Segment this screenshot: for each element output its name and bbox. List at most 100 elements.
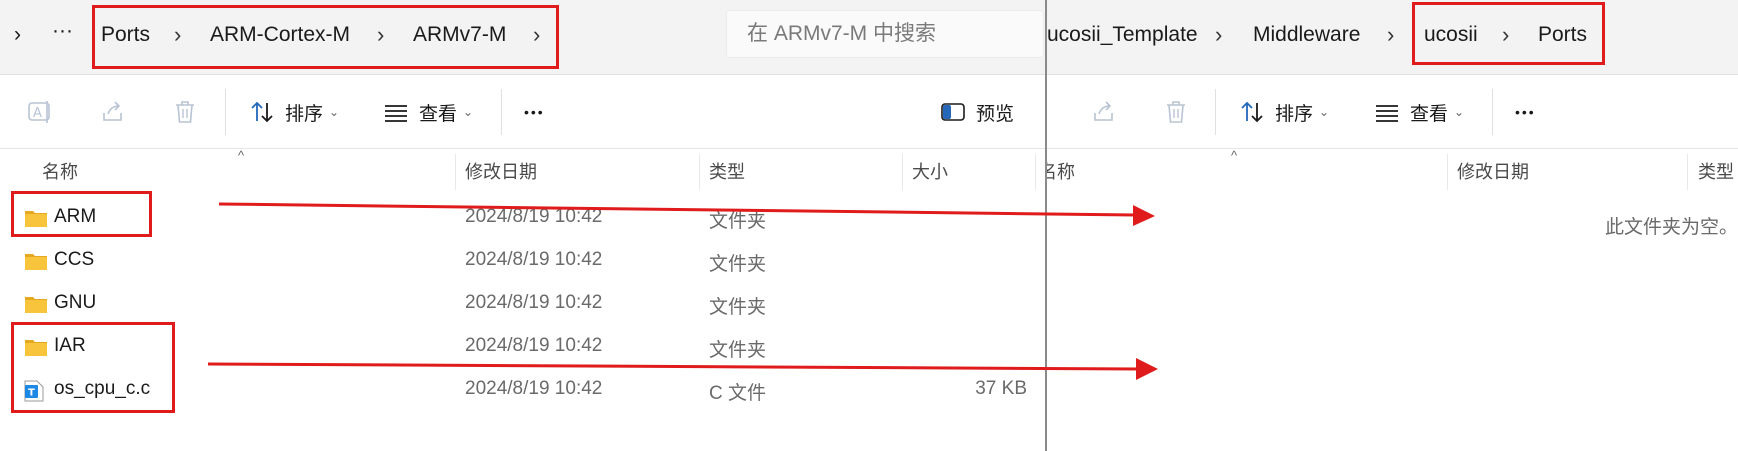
command-bar: A 排序 ⌄ 查看 ⌄ ••• 预览 [0,75,1045,149]
sort-ascending-icon: ^ [1231,148,1238,163]
column-header-row: ^ 名称 修改日期 类型 [1047,148,1738,190]
view-label: 查看 [419,103,458,125]
breadcrumb-separator[interactable]: › [1502,20,1509,50]
trash-icon [1167,101,1185,123]
file-name: IAR [54,335,86,356]
file-row-arm[interactable]: ARM 2024/8/19 10:42 文件夹 [0,198,1045,238]
breadcrumb-item-armv7-m[interactable]: ARMv7-M [413,20,506,50]
column-header-type[interactable]: 类型 [1698,158,1734,184]
breadcrumb-item-middleware[interactable]: Middleware [1253,20,1360,50]
toolbar-divider [1215,89,1216,135]
breadcrumb-item-ports[interactable]: Ports [1538,20,1587,50]
view-list-icon [1376,105,1398,122]
rename-button[interactable]: A [27,97,53,127]
more-icon: ••• [1515,104,1536,120]
column-header-size[interactable]: 大小 [912,158,948,184]
preview-pane-icon [941,103,965,121]
sort-button[interactable]: 排序 ⌄ [249,97,339,127]
more-options-button[interactable]: ••• [524,97,545,127]
file-name: CCS [54,249,95,270]
chevron-down-icon: ⌄ [1319,105,1330,119]
breadcrumb-separator[interactable]: › [377,20,384,50]
column-divider[interactable] [1687,154,1688,190]
address-bar: ucosii_Template › Middleware › ucosii › … [1047,0,1738,75]
file-date: 2024/8/19 10:42 [465,249,603,270]
file-row-ccs[interactable]: CCS 2024/8/19 10:42 文件夹 [0,241,1045,281]
column-header-name[interactable]: 名称 [42,158,78,184]
trash-icon [176,101,194,123]
left-explorer-window: › ··· Ports › ARM-Cortex-M › ARMv7-M › A… [0,0,1045,451]
view-button[interactable]: 查看 ⌄ [383,97,473,127]
column-divider[interactable] [699,154,700,190]
file-row-iar[interactable]: IAR 2024/8/19 10:42 文件夹 [0,327,1045,367]
folder-icon [25,254,47,270]
file-date: 2024/8/19 10:42 [465,335,603,356]
file-row-gnu[interactable]: GNU 2024/8/19 10:42 文件夹 [0,284,1045,324]
share-button[interactable] [100,97,126,127]
file-type: 文件夹 [709,211,767,232]
file-name: GNU [54,292,97,313]
expand-breadcrumb-chevron[interactable]: › [14,20,21,50]
file-date: 2024/8/19 10:42 [465,292,603,313]
column-header-type[interactable]: 类型 [709,158,745,184]
sort-icon [251,101,273,123]
more-options-button[interactable]: ••• [1515,97,1536,127]
share-icon [1094,101,1113,121]
folder-icon [25,211,47,227]
preview-pane-button[interactable]: 预览 [940,97,1014,127]
svg-text:T: T [28,388,35,399]
file-type: 文件夹 [709,297,767,318]
column-header-name[interactable]: 名称 [1047,158,1075,184]
search-input[interactable] [727,11,1043,57]
column-divider[interactable] [902,154,903,190]
toolbar-divider [225,89,226,135]
command-bar: 排序 ⌄ 查看 ⌄ ••• [1047,75,1738,149]
preview-label: 预览 [976,103,1015,125]
breadcrumb-separator[interactable]: › [1215,20,1222,50]
file-name: ARM [54,206,97,227]
breadcrumb-separator[interactable]: › [533,20,540,50]
file-date: 2024/8/19 10:42 [465,206,603,227]
file-name: os_cpu_c.c [54,378,151,399]
file-type: 文件夹 [709,254,767,275]
view-list-icon [385,105,407,122]
chevron-down-icon: ⌄ [463,105,474,119]
column-header-date[interactable]: 修改日期 [1457,158,1529,184]
sort-button[interactable]: 排序 ⌄ [1239,97,1329,127]
more-icon: ••• [524,104,545,120]
delete-button[interactable] [172,97,198,127]
file-type: 文件夹 [709,340,767,361]
sort-ascending-icon: ^ [238,148,245,163]
file-size: 37 KB [975,378,1027,399]
column-divider[interactable] [1035,154,1036,190]
breadcrumb-overflow-button[interactable]: ··· [52,16,73,46]
view-label: 查看 [1410,103,1449,125]
column-divider[interactable] [455,154,456,190]
share-button[interactable] [1091,97,1117,127]
empty-folder-message: 此文件夹为空。 [1604,217,1738,238]
chevron-down-icon: ⌄ [1454,105,1465,119]
c-file-icon: T [24,380,44,402]
column-divider[interactable] [1447,154,1448,190]
breadcrumb-separator[interactable]: › [174,20,181,50]
breadcrumb-item-ucosii-template[interactable]: ucosii_Template [1047,20,1198,50]
breadcrumb-item-arm-cortex-m[interactable]: ARM-Cortex-M [210,20,350,50]
file-row-os-cpu-c[interactable]: T os_cpu_c.c 2024/8/19 10:42 C 文件 37 KB [0,370,1045,410]
breadcrumb-item-ports[interactable]: Ports [101,20,150,50]
file-date: 2024/8/19 10:42 [465,378,603,399]
breadcrumb-separator[interactable]: › [1387,20,1394,50]
view-button[interactable]: 查看 ⌄ [1374,97,1464,127]
column-header-date[interactable]: 修改日期 [465,158,537,184]
svg-text:A: A [33,106,42,121]
folder-icon [25,340,47,356]
breadcrumb-item-ucosii[interactable]: ucosii [1424,20,1478,50]
search-box[interactable] [726,10,1044,58]
toolbar-divider [501,89,502,135]
sort-label: 排序 [285,103,324,125]
delete-button[interactable] [1163,97,1189,127]
toolbar-divider [1492,89,1493,135]
folder-icon [25,297,47,313]
address-bar: › ··· Ports › ARM-Cortex-M › ARMv7-M › [0,0,1045,75]
right-explorer-window: ucosii_Template › Middleware › ucosii › … [1047,0,1738,451]
rename-icon: A [28,101,50,123]
